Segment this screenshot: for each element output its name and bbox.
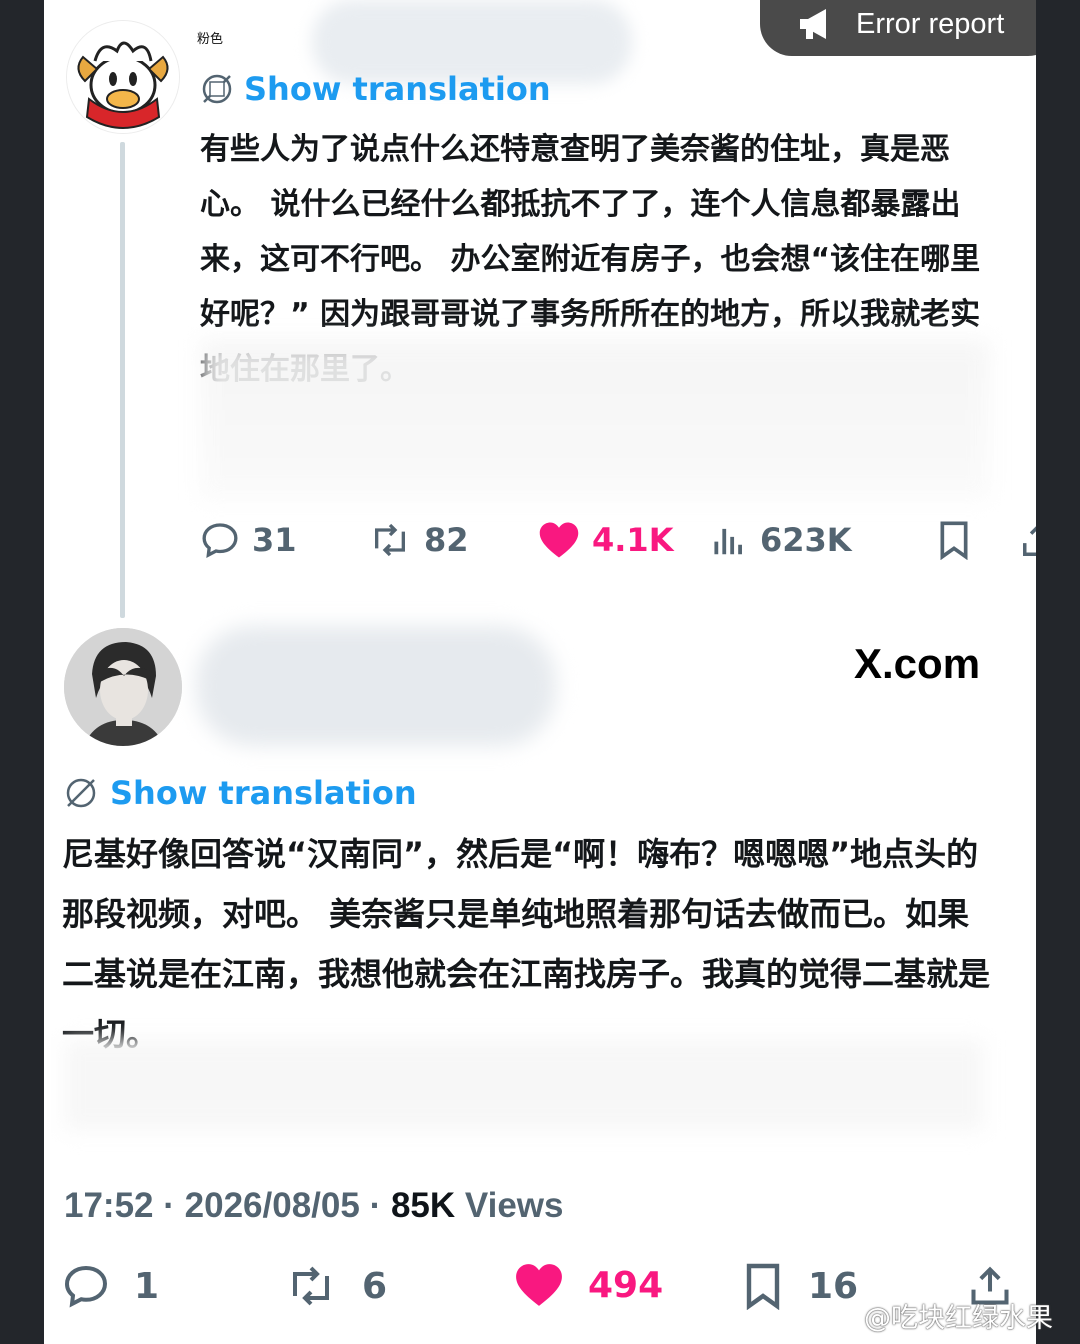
weibo-watermark: @吃块红绿水果 <box>822 1296 1053 1335</box>
tweet2-meta: 17:52 · 2026/08/05 · 85K Views <box>64 1186 564 1226</box>
reply-button[interactable]: 31 <box>200 520 297 560</box>
translate-icon-2 <box>66 778 96 808</box>
bookmark-icon-2 <box>746 1263 780 1310</box>
tweet-screenshot-card: 粉色 Show translation 有些人为了说点什么还特意查明了美奈酱的住… <box>44 0 1036 1344</box>
bookmark-button[interactable] <box>936 520 972 560</box>
tweet1-action-bar: 31 82 4.1K 623K <box>200 520 1036 580</box>
tweet2-show-translation[interactable]: Show translation <box>64 774 417 812</box>
like-count: 4.1K <box>592 521 674 559</box>
reply-icon <box>202 523 238 558</box>
repost-icon-2 <box>293 1266 329 1306</box>
tweet-date[interactable]: 2026/08/05 <box>185 1186 360 1225</box>
tweet1-show-translation[interactable]: Show translation <box>200 70 551 108</box>
duck-avatar[interactable] <box>66 20 180 134</box>
blurred-display-name-2 <box>196 626 556 746</box>
watermark-text: @吃块红绿水果 <box>864 1303 1053 1334</box>
like-button[interactable]: 4.1K <box>538 520 673 560</box>
repost-count: 82 <box>424 521 469 559</box>
show-translation-label-2: Show translation <box>110 774 417 812</box>
heart-icon <box>539 522 579 558</box>
duck-avatar-icon <box>67 21 179 133</box>
repost-icon <box>375 523 405 557</box>
user-avatar[interactable] <box>64 628 182 746</box>
translate-icon <box>202 74 232 104</box>
blurred-text-area <box>200 340 990 500</box>
x-com-brand: X.com <box>854 640 981 687</box>
megaphone-icon <box>800 9 826 39</box>
views-button[interactable]: 623K <box>710 520 852 560</box>
portrait-avatar-icon <box>64 628 182 746</box>
error-report-button[interactable]: Error report <box>760 0 1036 56</box>
tweet-time[interactable]: 17:52 <box>64 1186 154 1225</box>
meta-separator: · <box>163 1186 185 1225</box>
share-button[interactable] <box>1020 520 1036 560</box>
views-label: Views <box>464 1186 564 1225</box>
views-number: 85K <box>390 1186 456 1225</box>
reply-icon-2 <box>64 1265 108 1308</box>
reply-button-2[interactable]: 1 <box>62 1262 159 1310</box>
error-report-label: Error report <box>856 7 1005 40</box>
reply-count-2: 1 <box>134 1265 160 1307</box>
thread-connector-line <box>120 142 125 618</box>
repost-count-2: 6 <box>362 1265 388 1307</box>
heart-icon-2 <box>516 1264 562 1306</box>
show-translation-label: Show translation <box>244 70 551 108</box>
repost-button[interactable]: 82 <box>368 520 469 560</box>
like-button-2[interactable]: 494 <box>514 1262 663 1308</box>
tweet1-username[interactable]: 粉色 <box>197 28 223 47</box>
views-count: 623K <box>760 521 852 559</box>
share-icon <box>1023 526 1036 556</box>
tweet2-body: 尼基好像回答说“汉南同”，然后是“啊！嗨布？嗯嗯嗯”地点头的那段视频，对吧。 美… <box>62 835 991 1053</box>
meta-separator-2: · <box>369 1186 391 1225</box>
views-chart-icon <box>714 528 742 555</box>
like-count-2: 494 <box>588 1264 664 1306</box>
repost-button-2[interactable]: 6 <box>284 1262 387 1310</box>
reply-count: 31 <box>252 521 297 559</box>
weibo-logo-icon <box>822 1303 856 1330</box>
blurred-text-area-2 <box>64 1040 984 1130</box>
bookmark-icon <box>940 521 968 560</box>
